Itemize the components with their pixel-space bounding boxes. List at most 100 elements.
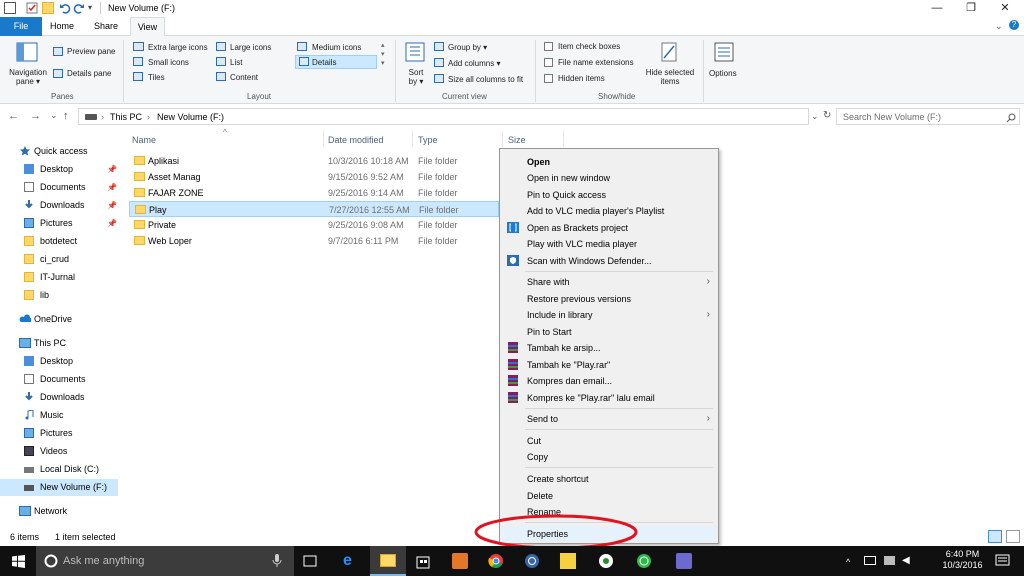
menu-item-tambah-arsip[interactable]: Tambah ke arsip...: [527, 343, 601, 353]
address-dropdown-button[interactable]: ⌄: [811, 111, 819, 122]
content-button[interactable]: Content: [230, 73, 258, 82]
column-divider[interactable]: [323, 131, 324, 147]
menu-item-restore-previous[interactable]: Restore previous versions: [527, 294, 631, 304]
nav-quick-access[interactable]: Quick access: [0, 143, 118, 160]
column-size-header[interactable]: Size: [508, 135, 526, 145]
nav-music[interactable]: Music: [0, 407, 118, 424]
battery-icon[interactable]: [864, 556, 876, 565]
redo-icon[interactable]: [73, 2, 85, 14]
nav-pc-downloads[interactable]: Downloads: [0, 389, 118, 406]
microphone-icon[interactable]: [272, 554, 282, 568]
details-view-icon[interactable]: [988, 530, 1002, 543]
windows-start-icon[interactable]: [12, 555, 25, 568]
menu-item-share-with[interactable]: Share with: [527, 277, 570, 287]
item-check-boxes-checkbox[interactable]: [544, 42, 553, 51]
list-button[interactable]: List: [230, 58, 242, 67]
file-row-selected[interactable]: Play 7/27/2016 12:55 AM File folder: [129, 201, 499, 217]
vpn-globe-icon[interactable]: [524, 553, 540, 569]
navigation-pane-button[interactable]: Navigation pane ▾: [6, 68, 50, 86]
maximize-button[interactable]: ❐: [954, 0, 988, 17]
menu-item-open-brackets[interactable]: Open as Brackets project: [527, 223, 628, 233]
breadcrumb-this-pc[interactable]: This PC: [110, 112, 142, 122]
menu-item-add-vlc-playlist[interactable]: Add to VLC media player's Playlist: [527, 206, 664, 216]
tab-file[interactable]: File: [0, 17, 42, 36]
column-divider[interactable]: [502, 131, 503, 147]
tab-share[interactable]: Share: [82, 17, 130, 36]
app-icon[interactable]: [452, 553, 468, 569]
explorer-taskbar-button[interactable]: [370, 546, 406, 576]
hide-selected-items-button[interactable]: Hide selected items: [643, 68, 697, 86]
search-input[interactable]: Search New Volume (F:): [836, 108, 1020, 125]
extra-large-icons-button[interactable]: Extra large icons: [148, 43, 208, 52]
volume-icon[interactable]: ◀: [902, 555, 910, 566]
large-icons-button[interactable]: Large icons: [230, 43, 271, 52]
cortana-search-box[interactable]: Ask me anything: [36, 546, 294, 576]
network-icon[interactable]: [884, 556, 895, 565]
menu-item-cut[interactable]: Cut: [527, 436, 541, 446]
menu-item-tambah-play-rar[interactable]: Tambah ke "Play.rar": [527, 360, 610, 370]
help-icon[interactable]: ?: [1009, 20, 1019, 30]
menu-item-create-shortcut[interactable]: Create shortcut: [527, 474, 589, 484]
chrome-icon[interactable]: [488, 553, 504, 569]
nav-local-disk[interactable]: Local Disk (C:): [0, 461, 118, 478]
nav-pictures[interactable]: Pictures 📌: [0, 215, 118, 232]
menu-item-play-vlc[interactable]: Play with VLC media player: [527, 239, 637, 249]
media-player-icon[interactable]: [598, 553, 614, 569]
hidden-items-checkbox[interactable]: [544, 74, 553, 83]
system-menu-icon[interactable]: [4, 2, 16, 14]
customize-toolbar-icon[interactable]: ▾: [88, 3, 100, 15]
whatsapp-icon[interactable]: [636, 553, 652, 569]
forward-button[interactable]: →: [30, 110, 41, 122]
layout-scroll-arrows[interactable]: ▴ ▾ ▾: [381, 41, 385, 68]
preview-pane-button[interactable]: Preview pane: [67, 47, 115, 56]
menu-item-pin-quick-access[interactable]: Pin to Quick access: [527, 190, 606, 200]
close-button[interactable]: ✕: [988, 0, 1022, 17]
clock[interactable]: 6:40 PM 10/3/2016: [940, 549, 985, 571]
tiles-button[interactable]: Tiles: [148, 73, 165, 82]
medium-icons-button[interactable]: Medium icons: [312, 43, 361, 52]
minimize-button[interactable]: —: [920, 0, 954, 17]
file-name-extensions-checkbox[interactable]: [544, 58, 553, 67]
add-columns-button[interactable]: Add columns ▾: [448, 59, 500, 68]
nav-network[interactable]: Network: [0, 503, 118, 520]
small-icons-button[interactable]: Small icons: [148, 58, 189, 67]
details-pane-button[interactable]: Details pane: [67, 69, 111, 78]
menu-item-copy[interactable]: Copy: [527, 452, 548, 462]
back-button[interactable]: ←: [8, 110, 19, 122]
menu-item-open-new-window[interactable]: Open in new window: [527, 173, 610, 183]
nav-pc-pictures[interactable]: Pictures: [0, 425, 118, 442]
task-view-icon[interactable]: [302, 553, 318, 569]
store-icon[interactable]: [415, 553, 431, 569]
group-by-button[interactable]: Group by ▾: [448, 43, 487, 52]
menu-item-kompres-email[interactable]: Kompres dan email...: [527, 376, 612, 386]
new-folder-icon[interactable]: [42, 2, 54, 14]
column-date-header[interactable]: Date modified: [328, 135, 384, 145]
large-icons-view-icon[interactable]: [1006, 530, 1020, 543]
file-row[interactable]: Asset Manag 9/15/2016 9:52 AM File folder: [129, 169, 499, 185]
nav-onedrive[interactable]: OneDrive: [0, 311, 118, 328]
nav-this-pc[interactable]: This PC: [0, 335, 118, 352]
address-bar[interactable]: › This PC › New Volume (F:): [78, 108, 809, 125]
nav-videos[interactable]: Videos: [0, 443, 118, 460]
nav-downloads[interactable]: Downloads 📌: [0, 197, 118, 214]
nav-new-volume[interactable]: New Volume (F:): [0, 479, 118, 496]
menu-item-open[interactable]: Open: [527, 157, 550, 167]
menu-item-send-to[interactable]: Send to: [527, 414, 558, 424]
menu-item-pin-start[interactable]: Pin to Start: [527, 327, 572, 337]
edge-icon[interactable]: e: [343, 553, 359, 569]
refresh-button[interactable]: ↻: [823, 110, 831, 121]
show-hidden-icons-button[interactable]: ^: [846, 557, 850, 567]
menu-item-kompres-play-email[interactable]: Kompres ke "Play.rar" lalu email: [527, 393, 655, 403]
file-row[interactable]: Private 9/25/2016 9:08 AM File folder: [129, 217, 499, 233]
action-center-icon[interactable]: [995, 554, 1010, 567]
file-row[interactable]: Aplikasi 10/3/2016 10:18 AM File folder: [129, 153, 499, 169]
search-icon[interactable]: [1006, 113, 1016, 123]
menu-item-scan-defender[interactable]: Scan with Windows Defender...: [527, 256, 652, 266]
options-button[interactable]: Options: [709, 69, 737, 78]
nav-documents[interactable]: Documents 📌: [0, 179, 118, 196]
nav-lib[interactable]: lib: [0, 287, 118, 304]
column-divider[interactable]: [412, 131, 413, 147]
up-button[interactable]: ↑: [63, 110, 69, 122]
tab-view[interactable]: View: [130, 17, 165, 37]
nav-ci-crud[interactable]: ci_crud: [0, 251, 118, 268]
